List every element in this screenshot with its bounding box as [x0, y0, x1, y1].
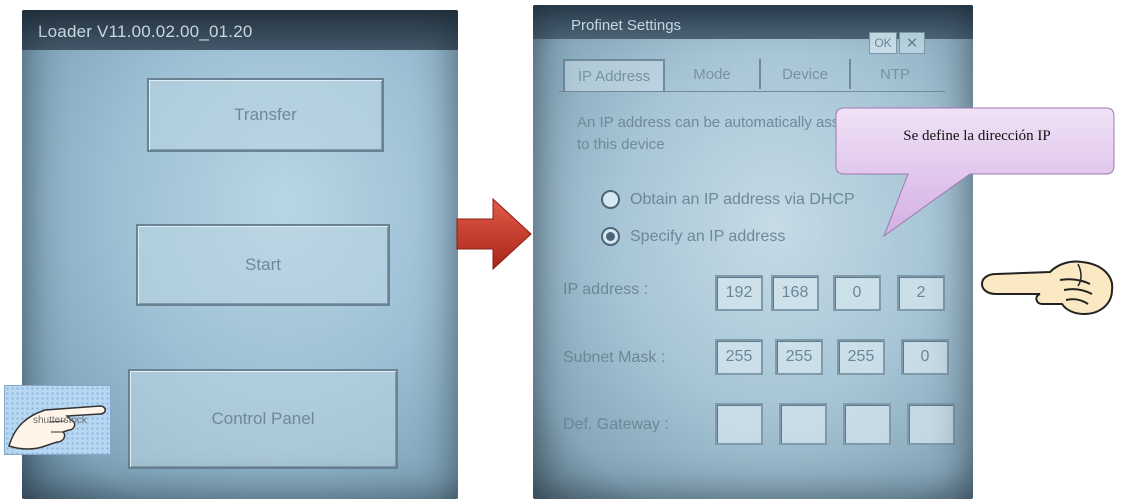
gateway-octet-2[interactable]: [779, 403, 827, 445]
gateway-octet-4[interactable]: [907, 403, 955, 445]
callout-text: Se define la dirección IP: [903, 128, 1051, 144]
start-button[interactable]: Start: [136, 224, 390, 306]
static-ip-option[interactable]: Specify an IP address: [601, 227, 785, 246]
ip-octet-2[interactable]: 168: [771, 275, 819, 311]
dhcp-option[interactable]: Obtain an IP address via DHCP: [601, 190, 855, 209]
static-ip-label: Specify an IP address: [630, 227, 786, 245]
loader-title: Loader V11.00.02.00_01.20: [38, 22, 253, 41]
dhcp-radio[interactable]: [601, 190, 620, 209]
mask-octet-2[interactable]: 255: [775, 339, 823, 375]
gateway-octet-3[interactable]: [843, 403, 891, 445]
transfer-button[interactable]: Transfer: [147, 78, 384, 152]
tab-device[interactable]: Device: [759, 59, 849, 89]
callout-bubble: [835, 107, 1115, 238]
pointing-hand-icon: shutterstock: [4, 385, 111, 455]
tab-mode[interactable]: Mode: [663, 59, 759, 89]
subnet-mask-label: Subnet Mask :: [563, 349, 666, 366]
tab-bar: IP Address Mode Device NTP: [559, 55, 945, 92]
mask-octet-3[interactable]: 255: [837, 339, 885, 375]
control-panel-button[interactable]: Control Panel: [128, 369, 398, 469]
mask-octet-1[interactable]: 255: [715, 339, 763, 375]
gateway-octet-1[interactable]: [715, 403, 763, 445]
tab-ip-address[interactable]: IP Address: [563, 59, 665, 91]
ok-button[interactable]: OK: [869, 32, 897, 54]
ip-octet-4[interactable]: 2: [897, 275, 945, 311]
ip-octet-1[interactable]: 192: [715, 275, 763, 311]
default-gateway-label: Def. Gateway :: [563, 416, 669, 433]
static-ip-radio[interactable]: [601, 227, 620, 246]
ip-octet-3[interactable]: 0: [833, 275, 881, 311]
profinet-title: Profinet Settings: [571, 17, 682, 34]
dhcp-label: Obtain an IP address via DHCP: [630, 190, 855, 208]
ip-address-label: IP address :: [563, 281, 649, 298]
loader-title-bar: Loader V11.00.02.00_01.20: [22, 10, 458, 50]
pointing-hand-icon: [980, 260, 1114, 316]
tab-ntp[interactable]: NTP: [849, 59, 939, 89]
red-arrow-icon: [456, 197, 532, 271]
close-icon[interactable]: ✕: [899, 32, 925, 54]
mask-octet-4[interactable]: 0: [901, 339, 949, 375]
watermark-text: shutterstock: [33, 415, 87, 426]
